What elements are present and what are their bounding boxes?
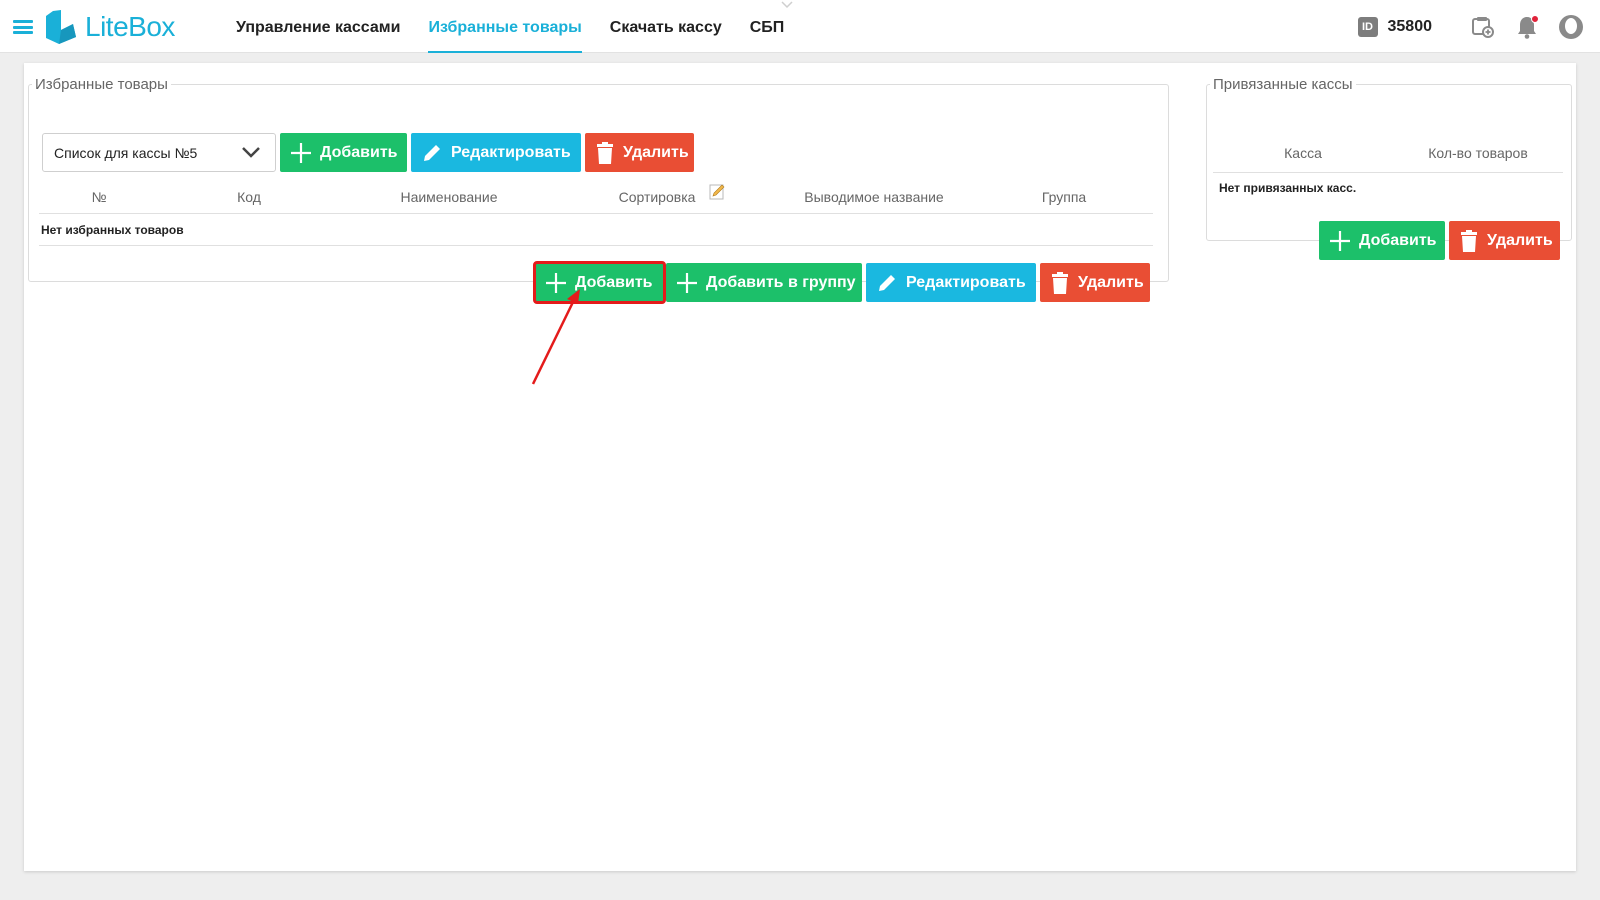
header-tools: ID 35800 <box>1357 0 1585 53</box>
main-nav: Управление кассами Избранные товары Скач… <box>236 0 812 53</box>
list-edit-label: Редактировать <box>451 143 571 161</box>
list-add-button[interactable]: Добавить <box>280 133 407 172</box>
column-header-group[interactable]: Группа <box>1024 175 1104 214</box>
litebox-logo[interactable]: LiteBox <box>45 9 175 45</box>
column-header-display-name[interactable]: Выводимое название <box>789 175 959 214</box>
delete-product-button[interactable]: Удалить <box>1040 263 1150 302</box>
main-card: Избранные товары Список для кассы №5 Доб… <box>24 63 1576 871</box>
favorites-empty-message: Нет избранных товаров <box>39 215 1153 246</box>
plus-icon <box>546 272 566 293</box>
pencil-icon <box>879 274 895 291</box>
column-header-sorting[interactable]: Сортировка <box>607 175 707 214</box>
pencil-icon <box>424 144 440 161</box>
nav-item-favorites[interactable]: Избранные товары <box>428 0 583 53</box>
litebox-logo-icon <box>46 10 76 44</box>
linked-delete-label: Удалить <box>1487 231 1553 249</box>
notification-dot <box>1531 14 1539 23</box>
nav-item-download[interactable]: Скачать кассу <box>610 0 722 53</box>
edit-product-label: Редактировать <box>906 273 1026 291</box>
account-id: 35800 <box>1387 17 1433 35</box>
linked-add-button[interactable]: Добавить <box>1319 221 1445 260</box>
column-header-register[interactable]: Касса <box>1253 133 1353 172</box>
bell-icon[interactable] <box>1514 14 1540 40</box>
list-delete-label: Удалить <box>623 143 689 161</box>
user-avatar-icon[interactable] <box>1558 14 1584 40</box>
plus-icon <box>1330 230 1350 251</box>
favorites-table-header: № Код Наименование Сортировка Выводимое … <box>39 175 1153 214</box>
linked-registers-panel: Привязанные кассы Касса Кол-во товаров Н… <box>1206 76 1572 260</box>
add-product-button[interactable]: Добавить <box>533 261 666 304</box>
trash-icon <box>597 141 613 164</box>
wallet-add-icon[interactable] <box>1470 14 1496 40</box>
nav-item-cash-registers[interactable]: Управление кассами <box>236 0 400 53</box>
column-header-product-count[interactable]: Кол-во товаров <box>1413 133 1543 172</box>
chevron-down-icon[interactable] <box>780 0 794 10</box>
list-delete-button[interactable]: Удалить <box>585 133 694 172</box>
linked-empty-message: Нет привязанных касс. <box>1219 181 1357 195</box>
linked-legend: Привязанные кассы <box>1213 76 1353 93</box>
logo-text: LiteBox <box>85 11 175 42</box>
id-badge-icon: ID <box>1357 16 1378 37</box>
add-to-group-label: Добавить в группу <box>706 273 856 291</box>
favorites-panel: Избранные товары Список для кассы №5 Доб… <box>28 76 1169 304</box>
add-product-label: Добавить <box>575 273 653 291</box>
chevron-down-icon <box>242 147 260 158</box>
list-edit-button[interactable]: Редактировать <box>411 133 581 172</box>
favorites-list-select[interactable]: Список для кассы №5 <box>42 133 276 172</box>
delete-product-label: Удалить <box>1078 273 1144 291</box>
linked-add-label: Добавить <box>1359 231 1437 249</box>
linked-table-header: Касса Кол-во товаров <box>1213 133 1563 173</box>
edit-sort-icon[interactable] <box>709 183 726 200</box>
column-header-number[interactable]: № <box>69 175 129 214</box>
plus-icon <box>677 272 697 293</box>
top-navigation-bar: LiteBox Управление кассами Избранные тов… <box>0 0 1600 53</box>
linked-delete-button[interactable]: Удалить <box>1449 221 1560 260</box>
column-header-code[interactable]: Код <box>209 175 289 214</box>
plus-icon <box>291 142 311 163</box>
edit-product-button[interactable]: Редактировать <box>866 263 1036 302</box>
column-header-name[interactable]: Наименование <box>374 175 524 214</box>
favorites-legend: Избранные товары <box>35 76 168 93</box>
add-to-group-button[interactable]: Добавить в группу <box>666 263 862 302</box>
hamburger-menu-icon[interactable] <box>13 20 33 34</box>
favorites-list-select-value: Список для кассы №5 <box>54 145 198 161</box>
trash-icon <box>1052 271 1068 294</box>
list-add-label: Добавить <box>320 143 398 161</box>
trash-icon <box>1461 229 1477 252</box>
